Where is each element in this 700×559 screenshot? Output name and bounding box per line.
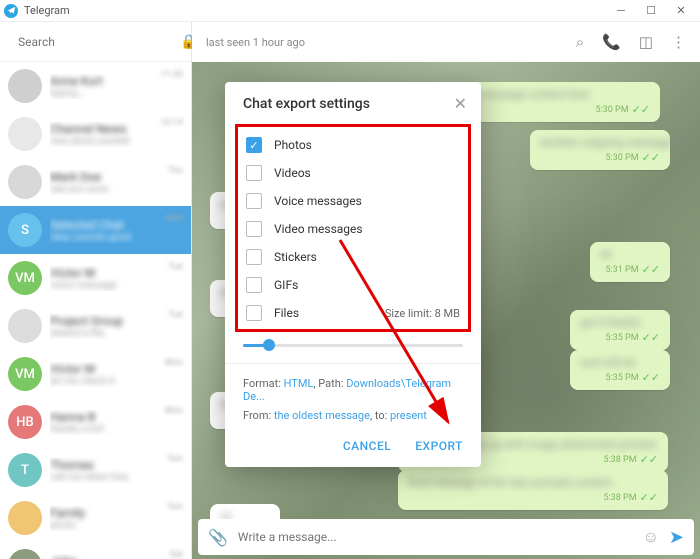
sidebar: 🔒 Anna Kurttyping... 11:30 Channel Newsn… xyxy=(0,22,192,559)
chat-list-item[interactable]: Familyphoto Sun xyxy=(0,494,191,542)
sidepanel-icon[interactable]: ◫ xyxy=(639,33,653,51)
avatar xyxy=(8,309,42,343)
checkbox[interactable] xyxy=(246,277,262,293)
chat-list-item[interactable]: S Selected Chatokay sounds good Wed xyxy=(0,206,191,254)
export-option-gifs[interactable]: GIFs xyxy=(244,271,462,299)
checkbox[interactable]: ✓ xyxy=(246,137,262,153)
telegram-icon xyxy=(4,4,18,18)
chat-list-item[interactable]: VM Victor Mvoice message Tue xyxy=(0,254,191,302)
chat-list-item[interactable]: T Thomascall me when free Sun xyxy=(0,446,191,494)
export-settings-modal: Chat export settings ✕ ✓ Photos Videos Voic… xyxy=(225,82,481,467)
search-icon[interactable]: ⌕ xyxy=(576,33,584,51)
highlighted-options: ✓ Photos Videos Voice messages Video message… xyxy=(235,124,471,332)
chat-status: last seen 1 hour ago xyxy=(206,36,305,49)
close-icon[interactable]: ✕ xyxy=(454,94,467,113)
format-row: Format: HTML, Path: Downloads\Telegram D… xyxy=(225,374,481,406)
avatar: VM xyxy=(8,357,42,391)
format-link[interactable]: HTML xyxy=(284,377,314,390)
avatar xyxy=(8,549,42,559)
export-option-videos[interactable]: Videos xyxy=(244,159,462,187)
cancel-button[interactable]: CANCEL xyxy=(343,439,391,453)
outgoing-message: got it thanks5:35 PM✓✓ xyxy=(570,310,670,350)
export-option-photos[interactable]: ✓ Photos xyxy=(244,131,462,159)
avatar xyxy=(8,165,42,199)
avatar: HB xyxy=(8,405,42,439)
checkbox[interactable] xyxy=(246,193,262,209)
window-title: Telegram xyxy=(24,4,70,17)
checkbox[interactable] xyxy=(246,221,262,237)
checkbox[interactable] xyxy=(246,305,262,321)
outgoing-message: another outgoing message line5:30 PM✓✓ xyxy=(530,130,670,170)
incoming-message: ok5:36 PM xyxy=(210,504,280,519)
message-input[interactable] xyxy=(238,530,633,544)
search-input[interactable] xyxy=(18,35,174,49)
export-option-files[interactable]: Files Size limit: 8 MB xyxy=(244,299,462,327)
size-slider[interactable] xyxy=(225,332,481,353)
avatar: T xyxy=(8,453,42,487)
chat-header: last seen 1 hour ago ⌕ 📞 ◫ ⋮ xyxy=(192,22,700,62)
titlebar: Telegram ─ ☐ ✕ xyxy=(0,0,700,22)
chat-list-item[interactable]: Channel Newsnew photo posted 10:14 xyxy=(0,110,191,158)
chat-list-item[interactable]: VM Victor Mlet me check it Mon xyxy=(0,350,191,398)
avatar: S xyxy=(8,213,42,247)
option-label: Video messages xyxy=(274,222,363,236)
size-limit-label: Size limit: 8 MB xyxy=(385,307,460,320)
outgoing-message: final message of the day example content… xyxy=(398,470,668,510)
avatar xyxy=(8,501,42,535)
checkbox[interactable] xyxy=(246,249,262,265)
compose-bar: 📎 ☺ ➤ xyxy=(198,519,694,555)
option-label: Photos xyxy=(274,138,312,152)
avatar xyxy=(8,117,42,151)
export-option-video-messages[interactable]: Video messages xyxy=(244,215,462,243)
option-label: Videos xyxy=(274,166,311,180)
call-icon[interactable]: 📞 xyxy=(602,33,621,51)
chat-list-item[interactable]: Project Groupshared a file Tue xyxy=(0,302,191,350)
chat-list-item[interactable]: HB Hanna Bthanks a lot! Mon xyxy=(0,398,191,446)
checkbox[interactable] xyxy=(246,165,262,181)
more-icon[interactable]: ⋮ xyxy=(671,33,686,51)
avatar: VM xyxy=(8,261,42,295)
maximize-button[interactable]: ☐ xyxy=(636,4,666,17)
export-button[interactable]: EXPORT xyxy=(415,439,463,453)
emoji-icon[interactable]: ☺ xyxy=(643,527,659,547)
export-option-voice-messages[interactable]: Voice messages xyxy=(244,187,462,215)
chat-list-item[interactable]: Anna Kurttyping... 11:30 xyxy=(0,62,191,110)
option-label: Files xyxy=(274,306,299,320)
to-link[interactable]: present xyxy=(390,409,427,422)
option-label: Voice messages xyxy=(274,194,362,208)
attach-icon[interactable]: 📎 xyxy=(208,528,228,547)
from-link[interactable]: the oldest message xyxy=(274,409,370,422)
chat-list-item[interactable]: Johnyep exactly Sat xyxy=(0,542,191,559)
range-row: From: the oldest message, to: present xyxy=(225,406,481,425)
close-button[interactable]: ✕ xyxy=(666,4,696,17)
avatar xyxy=(8,69,42,103)
outgoing-message: ok5:31 PM✓✓ xyxy=(590,242,670,282)
minimize-button[interactable]: ─ xyxy=(606,4,636,17)
chat-list-item[interactable]: Mark Doesee you soon Thu xyxy=(0,158,191,206)
outgoing-message: sure will do5:35 PM✓✓ xyxy=(570,350,670,390)
option-label: GIFs xyxy=(274,278,298,292)
option-label: Stickers xyxy=(274,250,317,264)
chat-list: Anna Kurttyping... 11:30 Channel Newsnew… xyxy=(0,62,191,559)
export-option-stickers[interactable]: Stickers xyxy=(244,243,462,271)
send-button[interactable]: ➤ xyxy=(669,527,684,548)
modal-title: Chat export settings xyxy=(225,96,481,124)
